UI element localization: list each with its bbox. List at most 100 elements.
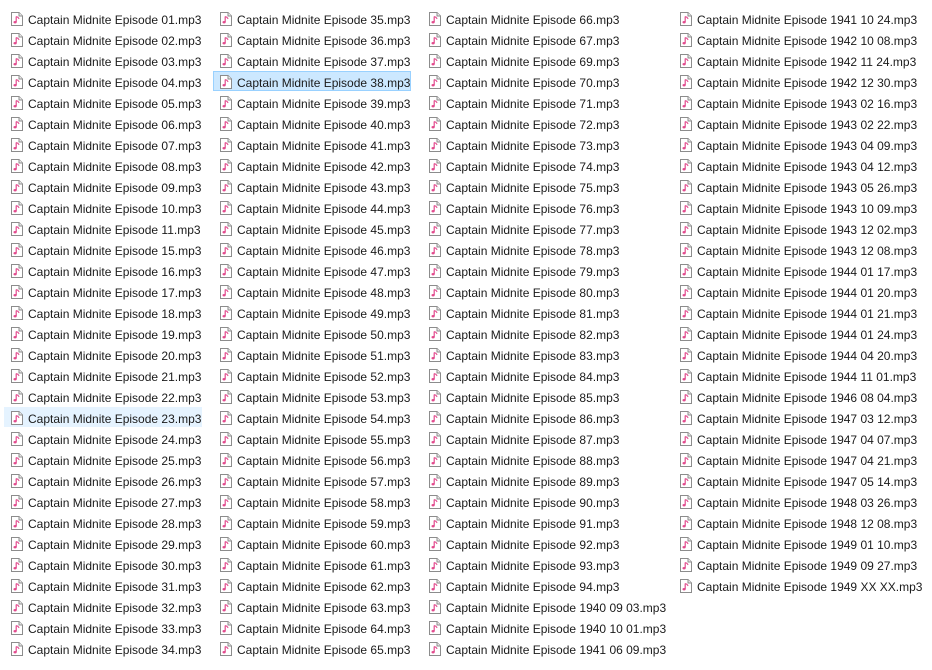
file-item[interactable]: Captain Midnite Episode 52.mp3 [213,365,411,385]
file-item[interactable]: Captain Midnite Episode 44.mp3 [213,197,411,217]
file-item[interactable]: Captain Midnite Episode 1948 03 26.mp3 [673,491,918,511]
file-item[interactable]: Captain Midnite Episode 07.mp3 [4,134,202,154]
file-item[interactable]: Captain Midnite Episode 88.mp3 [422,449,620,469]
file-item[interactable]: Captain Midnite Episode 1947 04 07.mp3 [673,428,918,448]
file-item[interactable]: Captain Midnite Episode 1944 04 20.mp3 [673,344,918,364]
file-item[interactable]: Captain Midnite Episode 71.mp3 [422,92,620,112]
file-item[interactable]: Captain Midnite Episode 43.mp3 [213,176,411,196]
file-item[interactable]: Captain Midnite Episode 41.mp3 [213,134,411,154]
file-item[interactable]: Captain Midnite Episode 56.mp3 [213,449,411,469]
file-item[interactable]: Captain Midnite Episode 1943 05 26.mp3 [673,176,918,196]
file-item[interactable]: Captain Midnite Episode 51.mp3 [213,344,411,364]
file-item[interactable]: Captain Midnite Episode 79.mp3 [422,260,620,280]
file-item[interactable]: Captain Midnite Episode 55.mp3 [213,428,411,448]
file-item[interactable]: Captain Midnite Episode 35.mp3 [213,8,411,28]
file-item[interactable]: Captain Midnite Episode 29.mp3 [4,533,202,553]
file-item[interactable]: Captain Midnite Episode 45.mp3 [213,218,411,238]
file-item[interactable]: Captain Midnite Episode 05.mp3 [4,92,202,112]
file-item[interactable]: Captain Midnite Episode 69.mp3 [422,50,620,70]
file-item[interactable]: Captain Midnite Episode 01.mp3 [4,8,202,28]
file-item[interactable]: Captain Midnite Episode 86.mp3 [422,407,620,427]
file-item[interactable]: Captain Midnite Episode 1944 11 01.mp3 [673,365,917,385]
file-item[interactable]: Captain Midnite Episode 42.mp3 [213,155,411,175]
file-item[interactable]: Captain Midnite Episode 61.mp3 [213,554,411,574]
file-item[interactable]: Captain Midnite Episode 1943 02 16.mp3 [673,92,918,112]
file-item[interactable]: Captain Midnite Episode 1941 10 24.mp3 [673,8,918,28]
file-item[interactable]: Captain Midnite Episode 30.mp3 [4,554,202,574]
file-item[interactable]: Captain Midnite Episode 1943 04 09.mp3 [673,134,918,154]
file-item[interactable]: Captain Midnite Episode 90.mp3 [422,491,620,511]
file-item[interactable]: Captain Midnite Episode 1941 06 09.mp3 [422,638,667,658]
file-item[interactable]: Captain Midnite Episode 37.mp3 [213,50,411,70]
file-item[interactable]: Captain Midnite Episode 03.mp3 [4,50,202,70]
file-item[interactable]: Captain Midnite Episode 1944 01 20.mp3 [673,281,918,301]
file-item[interactable]: Captain Midnite Episode 60.mp3 [213,533,411,553]
file-item[interactable]: Captain Midnite Episode 25.mp3 [4,449,202,469]
file-item[interactable]: Captain Midnite Episode 1940 09 03.mp3 [422,596,667,616]
file-item[interactable]: Captain Midnite Episode 76.mp3 [422,197,620,217]
file-item[interactable]: Captain Midnite Episode 1946 08 04.mp3 [673,386,918,406]
file-item[interactable]: Captain Midnite Episode 75.mp3 [422,176,620,196]
file-item[interactable]: Captain Midnite Episode 72.mp3 [422,113,620,133]
file-item[interactable]: Captain Midnite Episode 1947 05 14.mp3 [673,470,918,490]
file-item[interactable]: Captain Midnite Episode 36.mp3 [213,29,411,49]
file-item[interactable]: Captain Midnite Episode 1943 10 09.mp3 [673,197,918,217]
file-item[interactable]: Captain Midnite Episode 47.mp3 [213,260,411,280]
file-item[interactable]: Captain Midnite Episode 82.mp3 [422,323,620,343]
file-item[interactable]: Captain Midnite Episode 70.mp3 [422,71,620,91]
file-item[interactable]: Captain Midnite Episode 1949 09 27.mp3 [673,554,918,574]
file-item[interactable]: Captain Midnite Episode 31.mp3 [4,575,202,595]
file-item[interactable]: Captain Midnite Episode 23.mp3 [4,407,203,427]
file-item[interactable]: Captain Midnite Episode 16.mp3 [4,260,202,280]
file-item[interactable]: Captain Midnite Episode 24.mp3 [4,428,202,448]
file-item[interactable]: Captain Midnite Episode 15.mp3 [4,239,202,259]
file-item[interactable]: Captain Midnite Episode 94.mp3 [422,575,620,595]
file-item[interactable]: Captain Midnite Episode 19.mp3 [4,323,202,343]
file-item[interactable]: Captain Midnite Episode 93.mp3 [422,554,620,574]
file-item[interactable]: Captain Midnite Episode 04.mp3 [4,71,202,91]
file-item[interactable]: Captain Midnite Episode 64.mp3 [213,617,411,637]
file-item[interactable]: Captain Midnite Episode 1944 01 21.mp3 [673,302,918,322]
file-item[interactable]: Captain Midnite Episode 1942 11 24.mp3 [673,50,917,70]
file-item[interactable]: Captain Midnite Episode 1942 12 30.mp3 [673,71,918,91]
file-item[interactable]: Captain Midnite Episode 87.mp3 [422,428,620,448]
file-item[interactable]: Captain Midnite Episode 84.mp3 [422,365,620,385]
file-item[interactable]: Captain Midnite Episode 32.mp3 [4,596,202,616]
file-item[interactable]: Captain Midnite Episode 1943 12 08.mp3 [673,239,918,259]
file-item[interactable]: Captain Midnite Episode 39.mp3 [213,92,411,112]
file-item[interactable]: Captain Midnite Episode 1947 03 12.mp3 [673,407,918,427]
file-item[interactable]: Captain Midnite Episode 1943 12 02.mp3 [673,218,918,238]
file-item[interactable]: Captain Midnite Episode 40.mp3 [213,113,411,133]
file-item[interactable]: Captain Midnite Episode 33.mp3 [4,617,202,637]
file-item[interactable]: Captain Midnite Episode 10.mp3 [4,197,202,217]
file-item[interactable]: Captain Midnite Episode 20.mp3 [4,344,202,364]
file-item[interactable]: Captain Midnite Episode 28.mp3 [4,512,202,532]
file-item[interactable]: Captain Midnite Episode 08.mp3 [4,155,202,175]
file-item[interactable]: Captain Midnite Episode 85.mp3 [422,386,620,406]
file-item[interactable]: Captain Midnite Episode 17.mp3 [4,281,202,301]
file-item[interactable]: Captain Midnite Episode 66.mp3 [422,8,620,28]
file-item[interactable]: Captain Midnite Episode 1947 04 21.mp3 [673,449,918,469]
file-item[interactable]: Captain Midnite Episode 1940 10 01.mp3 [422,617,667,637]
file-item[interactable]: Captain Midnite Episode 54.mp3 [213,407,411,427]
file-item[interactable]: Captain Midnite Episode 77.mp3 [422,218,620,238]
file-item[interactable]: Captain Midnite Episode 06.mp3 [4,113,202,133]
file-item[interactable]: Captain Midnite Episode 50.mp3 [213,323,411,343]
file-item[interactable]: Captain Midnite Episode 58.mp3 [213,491,411,511]
file-item[interactable]: Captain Midnite Episode 74.mp3 [422,155,620,175]
file-item[interactable]: Captain Midnite Episode 53.mp3 [213,386,411,406]
file-item[interactable]: Captain Midnite Episode 22.mp3 [4,386,202,406]
file-item[interactable]: Captain Midnite Episode 48.mp3 [213,281,411,301]
file-item[interactable]: Captain Midnite Episode 38.mp3 [213,71,412,91]
file-item[interactable]: Captain Midnite Episode 21.mp3 [4,365,202,385]
file-item[interactable]: Captain Midnite Episode 83.mp3 [422,344,620,364]
file-item[interactable]: Captain Midnite Episode 65.mp3 [213,638,411,658]
file-item[interactable]: Captain Midnite Episode 81.mp3 [422,302,620,322]
file-item[interactable]: Captain Midnite Episode 67.mp3 [422,29,620,49]
file-item[interactable]: Captain Midnite Episode 1944 01 24.mp3 [673,323,918,343]
file-item[interactable]: Captain Midnite Episode 59.mp3 [213,512,411,532]
file-item[interactable]: Captain Midnite Episode 18.mp3 [4,302,202,322]
file-item[interactable]: Captain Midnite Episode 11.mp3 [4,218,202,238]
file-item[interactable]: Captain Midnite Episode 1944 01 17.mp3 [673,260,918,280]
file-item[interactable]: Captain Midnite Episode 49.mp3 [213,302,411,322]
